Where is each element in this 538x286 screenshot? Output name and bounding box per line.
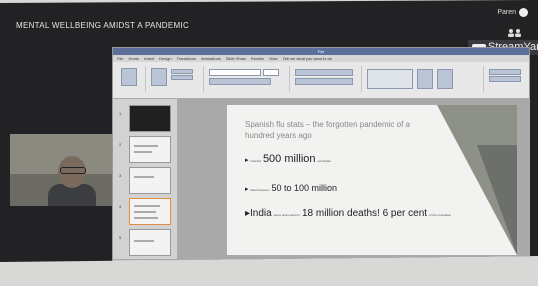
thumb-number: 4 (119, 204, 122, 209)
clipboard-group (117, 66, 146, 92)
paste-button[interactable] (121, 68, 137, 86)
ppt-ribbon (113, 62, 529, 99)
drawing-group (363, 66, 484, 92)
slide-counter: Slide 2 of 6 (119, 261, 140, 266)
reset-button[interactable] (171, 75, 193, 80)
thumb-text-line (134, 211, 156, 213)
font-group (205, 66, 290, 92)
tab-slide-show[interactable]: Slide Show (226, 55, 246, 62)
layout-button[interactable] (171, 69, 193, 74)
record-dot-icon (519, 8, 528, 17)
slide-bullet-1: ▸ infected 500 million worldwide (245, 153, 331, 165)
tab-home[interactable]: Home (128, 55, 139, 62)
slide-thumbnail[interactable] (129, 105, 171, 132)
presenter-glasses (60, 167, 86, 174)
bullet-mid: alone accounted for (273, 213, 301, 217)
thumb-text-line (134, 240, 154, 242)
tab-review[interactable]: Review (251, 55, 264, 62)
bullet-tail: 18 million deaths! 6 per cent (301, 208, 428, 219)
thumb-text-line (134, 176, 154, 178)
slide-thumbnail[interactable] (129, 167, 171, 194)
slide-decoration (477, 145, 517, 255)
slide-bullet-3: ▸India alone accounted for 18 million de… (245, 207, 475, 222)
shapes-gallery[interactable] (367, 69, 413, 89)
slide-thumbnail-selected[interactable] (129, 198, 171, 225)
thumb-text-line (134, 217, 158, 219)
streamyard-broadcast: MENTAL WELLBEING AMIDST A PANDEMIC Paren… (0, 0, 538, 262)
tab-view[interactable]: View (269, 55, 278, 62)
thumb-number: 3 (119, 173, 122, 178)
align-buttons[interactable] (295, 78, 353, 85)
list-buttons[interactable] (295, 69, 353, 76)
screenshot-frame: MENTAL WELLBEING AMIDST A PANDEMIC Paren… (0, 0, 538, 286)
tab-animations[interactable]: Animations (201, 55, 221, 62)
slide-editing-area: Spanish flu stats – the forgotten pandem… (178, 99, 530, 262)
new-slide-button[interactable] (151, 68, 167, 86)
arrange-button[interactable] (417, 69, 433, 89)
tab-file[interactable]: File (117, 55, 123, 62)
thumb-text-line (134, 145, 158, 147)
top-right-controls[interactable]: Paren (497, 8, 528, 17)
font-name-select[interactable] (209, 69, 261, 76)
quick-styles-button[interactable] (437, 69, 453, 89)
editing-group (485, 66, 525, 92)
tab-design[interactable]: Design (159, 55, 171, 62)
participant-label: Paren (497, 9, 516, 16)
bullet-prefix: killed between (250, 188, 270, 192)
bullet-main: India (250, 208, 272, 219)
font-size-select[interactable] (263, 69, 279, 76)
tab-insert[interactable]: Insert (144, 55, 154, 62)
paragraph-group (291, 66, 362, 92)
slide-title: Spanish flu stats – the forgotten pandem… (245, 120, 410, 140)
find-button[interactable] (489, 69, 521, 75)
thumb-text-line (134, 151, 152, 153)
bullet-prefix: infected (250, 159, 261, 163)
thumb-number: 5 (119, 235, 122, 240)
slides-group (147, 66, 204, 92)
slide-bullet-2: ▸ killed between 50 to 100 million (245, 183, 337, 193)
thumb-number: 1 (119, 111, 122, 116)
webcam-feed (10, 134, 112, 206)
replace-button[interactable] (489, 76, 521, 82)
ppt-ribbon-tabs: File Home Insert Design Transitions Anim… (113, 55, 529, 62)
current-slide[interactable]: Spanish flu stats – the forgotten pandem… (227, 105, 517, 255)
thumb-text-line (134, 205, 160, 207)
ppt-status-bar: Slide 2 of 6 (113, 259, 529, 266)
bullet-suffix: of the population (429, 213, 452, 217)
ppt-title-bar: Ppt (113, 48, 529, 55)
thumb-number: 2 (119, 142, 122, 147)
bullet-main: 500 million (262, 153, 316, 165)
font-format-buttons[interactable] (209, 78, 271, 85)
slide-thumbnails-pane: 1 2 3 4 5 (113, 99, 178, 262)
slide-thumbnail[interactable] (129, 229, 171, 256)
people-icon[interactable] (506, 28, 524, 37)
tell-me-box[interactable]: Tell me what you want to do (283, 55, 332, 62)
broadcast-title: MENTAL WELLBEING AMIDST A PANDEMIC (16, 21, 190, 30)
bullet-main: 50 to 100 million (271, 183, 337, 193)
tab-transitions[interactable]: Transitions (177, 55, 196, 62)
bullet-suffix: worldwide (317, 159, 331, 163)
powerpoint-window: Ppt File Home Insert Design Transitions … (112, 47, 530, 266)
slide-thumbnail[interactable] (129, 136, 171, 163)
